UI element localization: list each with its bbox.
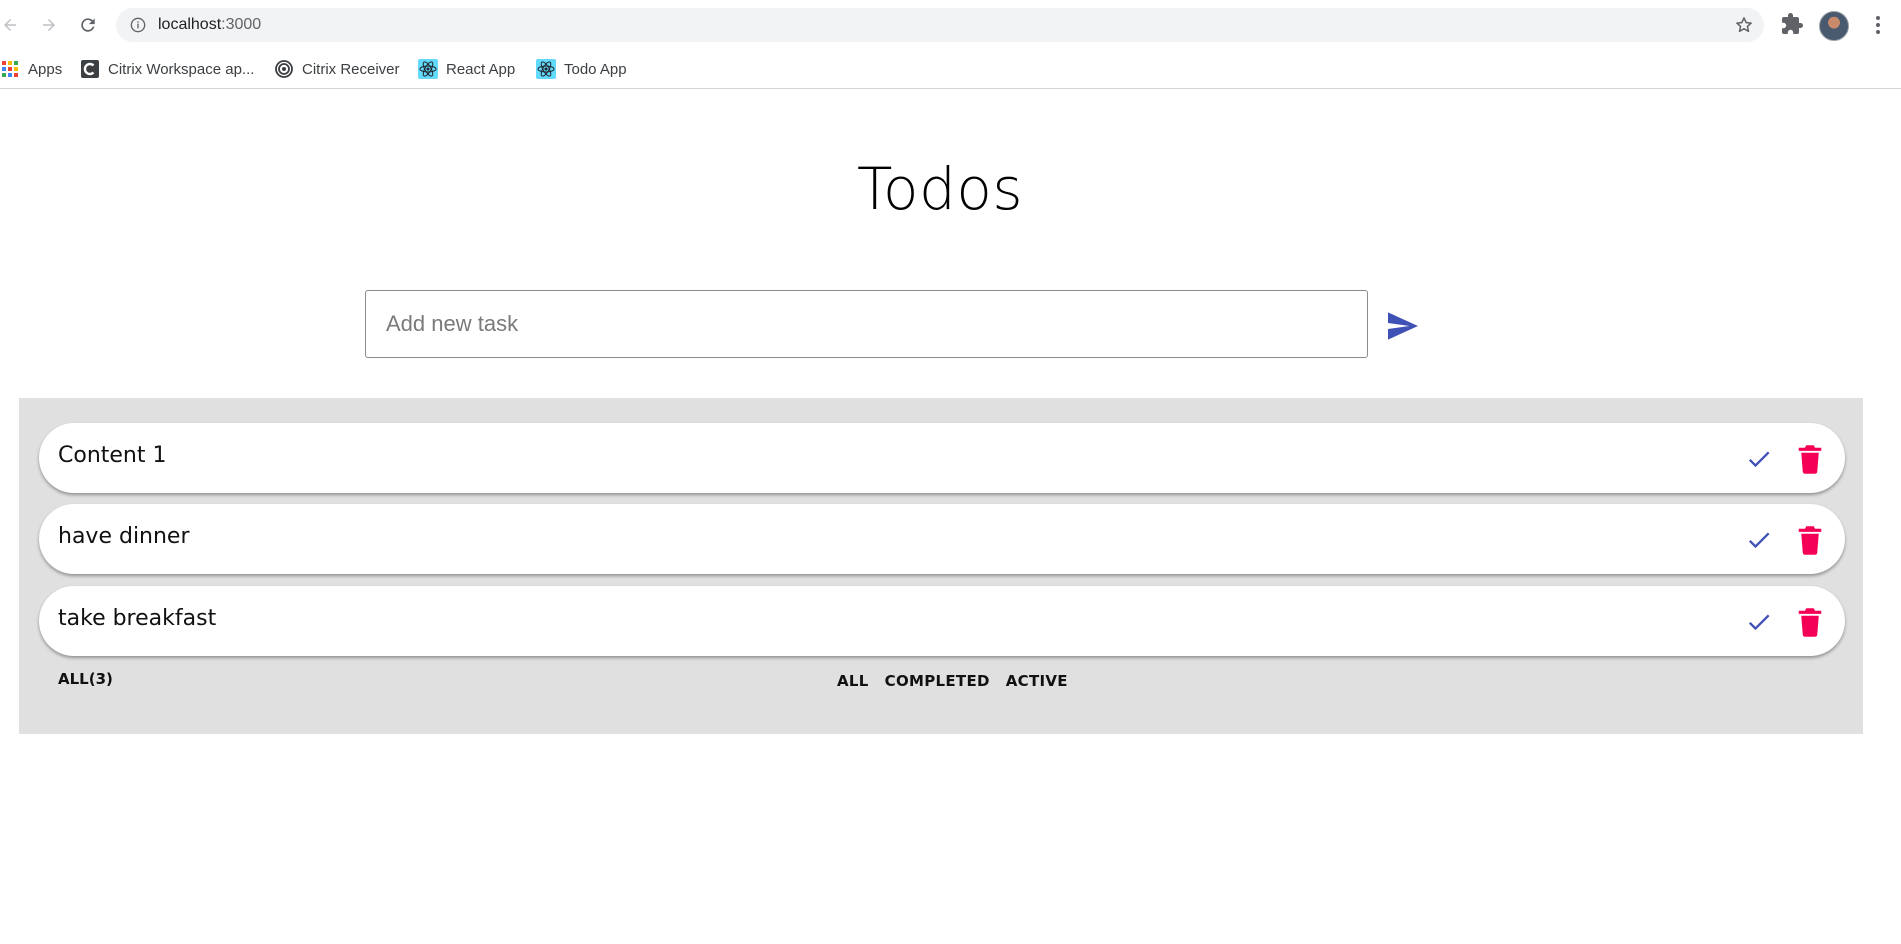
trash-icon [1798, 445, 1822, 474]
complete-button[interactable] [1745, 445, 1773, 473]
bookmark-label: Apps [28, 60, 63, 78]
check-icon [1748, 451, 1770, 468]
filter-all-button[interactable]: ALL [829, 670, 877, 692]
delete-button[interactable] [1797, 607, 1823, 637]
todo-item: Content 1 [39, 423, 1845, 493]
complete-button[interactable] [1745, 526, 1773, 554]
arrow-right-icon [43, 19, 55, 31]
filter-bar: ALL COMPLETED ACTIVE [829, 670, 1076, 692]
todo-list-panel: Content 1 have dinner take breakfast ALL… [19, 398, 1863, 734]
delete-button[interactable] [1797, 444, 1823, 474]
profile-avatar[interactable] [1819, 11, 1849, 41]
add-task-button[interactable] [1386, 311, 1420, 341]
browser-toolbar: localhost:3000 [0, 0, 1901, 50]
todo-item: take breakfast [39, 586, 1845, 656]
filter-active-button[interactable]: ACTIVE [998, 670, 1076, 692]
bookmark-react-app[interactable]: React App [418, 57, 515, 81]
delete-button[interactable] [1797, 525, 1823, 555]
info-icon[interactable] [130, 17, 146, 33]
bookmark-label: React App [446, 60, 516, 78]
extensions-icon[interactable] [1780, 12, 1804, 36]
todo-count-label: ALL(3) [58, 670, 113, 688]
citrix-receiver-icon [274, 59, 294, 79]
new-task-input[interactable] [365, 290, 1368, 358]
bookmark-citrix-receiver[interactable]: Citrix Receiver [274, 57, 400, 81]
complete-button[interactable] [1745, 608, 1773, 636]
page-title: Todos [856, 155, 1024, 223]
forward-button[interactable] [35, 11, 63, 39]
bookmark-citrix-workspace[interactable]: Citrix Workspace ap... [80, 57, 254, 81]
react-icon [536, 59, 556, 79]
more-vert-icon[interactable] [1866, 13, 1890, 37]
todo-text: have dinner [58, 524, 190, 549]
bookmark-todo-app[interactable]: Todo App [536, 57, 627, 81]
apps-grid-icon [0, 59, 20, 79]
todo-item: have dinner [39, 504, 1845, 574]
bookmark-apps[interactable]: Apps [0, 57, 62, 81]
citrix-workspace-icon [80, 59, 100, 79]
check-icon [1748, 532, 1770, 549]
react-icon [418, 59, 438, 79]
bookmarks-bar: Apps Citrix Workspace ap... Citrix Recei… [0, 50, 1901, 89]
reload-icon [81, 18, 95, 32]
trash-icon [1798, 526, 1822, 555]
url-text: localhost:3000 [158, 16, 262, 33]
back-button[interactable] [0, 11, 24, 39]
check-icon [1748, 614, 1770, 631]
bookmark-label: Todo App [564, 60, 627, 78]
address-bar[interactable]: localhost:3000 [116, 8, 1764, 42]
send-icon [1388, 312, 1418, 340]
todo-text: Content 1 [58, 443, 167, 468]
filter-completed-button[interactable]: COMPLETED [877, 670, 998, 692]
arrow-left-icon [4, 19, 16, 31]
reload-button[interactable] [74, 11, 102, 39]
todo-text: take breakfast [58, 606, 217, 631]
bookmark-label: Citrix Workspace ap... [108, 60, 255, 78]
trash-icon [1798, 608, 1822, 637]
star-icon[interactable] [1734, 15, 1754, 35]
bookmark-label: Citrix Receiver [302, 60, 400, 78]
